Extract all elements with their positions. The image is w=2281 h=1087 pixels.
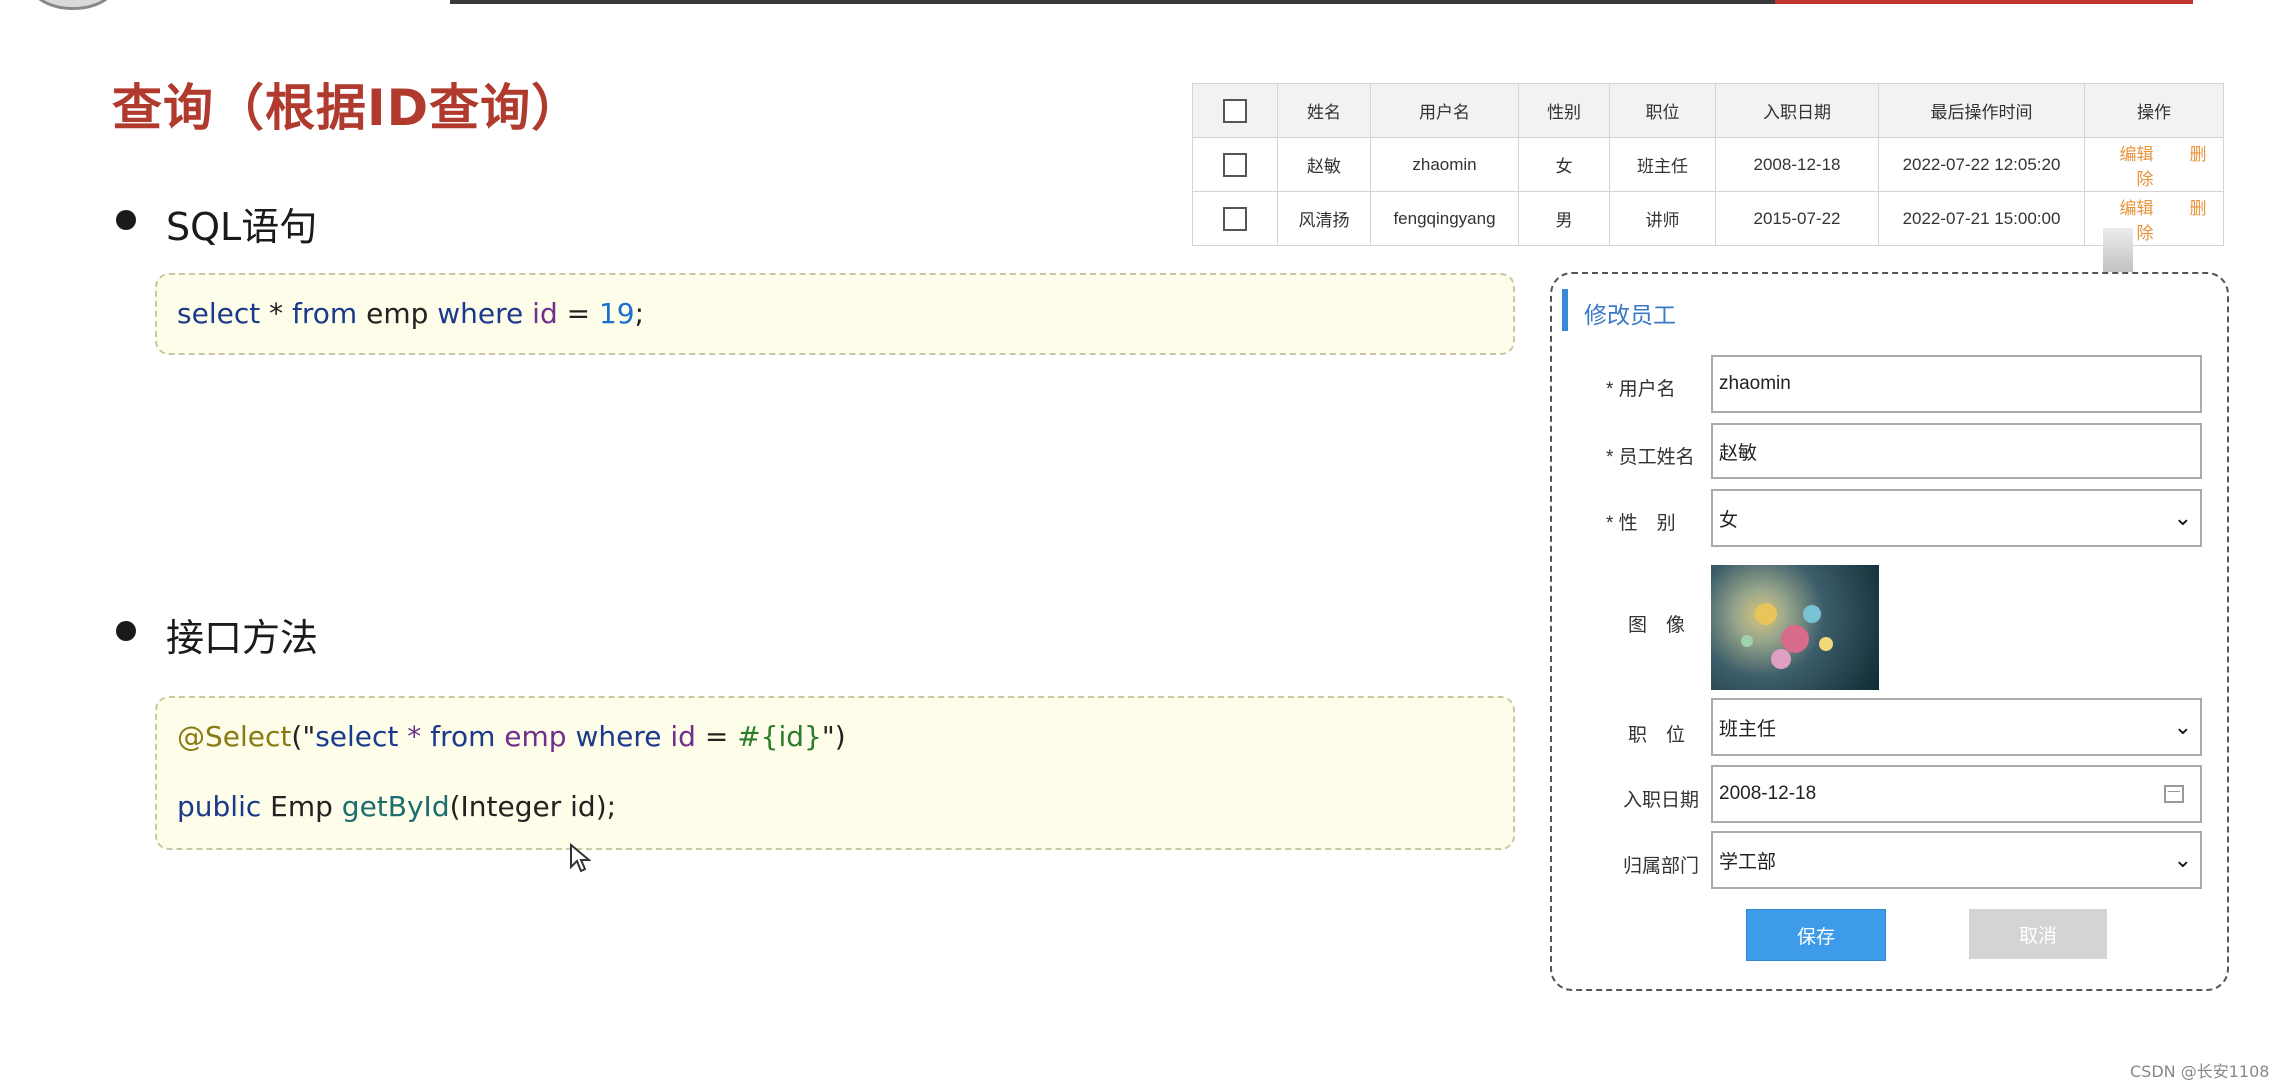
employee-name-input[interactable]: 赵敏: [1711, 423, 2202, 479]
column-header: 性别: [1518, 83, 1610, 138]
mouse-cursor-icon: [569, 842, 592, 880]
cell-username: zhaomin: [1370, 137, 1519, 192]
column-header: 操作: [2084, 83, 2224, 138]
column-header: 用户名: [1370, 83, 1519, 138]
gender-select[interactable]: 女 ⌄: [1711, 489, 2202, 547]
watermark: CSDN @长安1108: [2130, 1062, 2270, 1081]
select-all-checkbox[interactable]: [1223, 98, 1247, 123]
bullet-icon: [116, 210, 136, 230]
department-select[interactable]: 学工部 ⌄: [1711, 831, 2202, 889]
cell-entry-date: 2015-07-22: [1715, 191, 1879, 246]
interface-code-box: @Select("select * from emp where id = #{…: [155, 696, 1515, 850]
column-header: 入职日期: [1715, 83, 1879, 138]
table-row: 风清扬 fengqingyang 男 讲师 2015-07-22 2022-07…: [1192, 191, 2224, 246]
column-header: 职位: [1609, 83, 1716, 138]
save-button[interactable]: 保存: [1746, 909, 1886, 961]
cell-name: 风清扬: [1277, 191, 1371, 246]
gender-label: * 性 别: [1606, 513, 1676, 534]
row-select-cell[interactable]: [1192, 191, 1278, 246]
cell-gender: 男: [1518, 191, 1610, 246]
image-label: 图 像: [1628, 615, 1686, 636]
column-header: 最后操作时间: [1878, 83, 2085, 138]
entry-date-label: 入职日期: [1623, 790, 1700, 811]
employee-table: 姓名 用户名 性别 职位 入职日期 最后操作时间 操作 赵敏 zhaomin 女…: [1192, 83, 2224, 246]
avatar-image[interactable]: [1711, 565, 1879, 690]
table-row: 赵敏 zhaomin 女 班主任 2008-12-18 2022-07-22 1…: [1192, 137, 2224, 192]
chevron-down-icon: ⌄: [2173, 714, 2192, 739]
position-select[interactable]: 班主任 ⌄: [1711, 698, 2202, 756]
cell-last-op: 2022-07-21 15:00:00: [1878, 191, 2085, 246]
sql-section-label: SQL语句: [166, 205, 318, 249]
top-divider-accent: [1775, 0, 2193, 4]
dialog-title-accent: [1562, 289, 1568, 331]
chevron-down-icon: ⌄: [2173, 505, 2192, 530]
logo-circle: [30, 0, 116, 10]
entry-date-value: 2008-12-18: [1719, 783, 1817, 804]
sql-code-box: select * from emp where id = 19;: [155, 273, 1515, 355]
name-label: * 员工姓名: [1606, 447, 1695, 468]
cell-position: 讲师: [1609, 191, 1716, 246]
gender-select-value: 女: [1719, 509, 1739, 531]
cell-name: 赵敏: [1277, 137, 1371, 192]
cancel-button[interactable]: 取消: [1969, 909, 2107, 959]
sql-statement: select * from emp where id = 19;: [177, 297, 645, 330]
position-select-value: 班主任: [1719, 718, 1777, 740]
calendar-icon[interactable]: [2164, 785, 2184, 803]
cell-actions: 编辑 删除: [2084, 137, 2224, 192]
position-label: 职 位: [1628, 725, 1686, 746]
interface-section-label: 接口方法: [166, 616, 319, 660]
cell-username: fengqingyang: [1370, 191, 1519, 246]
method-signature-line: public Emp getById(Integer id);: [177, 790, 617, 823]
select-all-cell[interactable]: [1192, 83, 1278, 138]
row-select-cell[interactable]: [1192, 137, 1278, 192]
row-checkbox[interactable]: [1223, 152, 1247, 177]
edit-link[interactable]: 编辑: [2120, 199, 2154, 218]
row-checkbox[interactable]: [1223, 206, 1247, 231]
department-select-value: 学工部: [1719, 851, 1777, 873]
department-label: 归属部门: [1623, 856, 1700, 877]
username-label: * 用户名: [1606, 379, 1676, 400]
entry-date-input[interactable]: 2008-12-18: [1711, 765, 2202, 823]
username-input[interactable]: zhaomin: [1711, 355, 2202, 413]
dialog-title: 修改员工: [1584, 303, 1676, 329]
cell-gender: 女: [1518, 137, 1610, 192]
select-annotation-line: @Select("select * from emp where id = #{…: [177, 720, 846, 753]
edit-link[interactable]: 编辑: [2120, 145, 2154, 164]
cell-last-op: 2022-07-22 12:05:20: [1878, 137, 2085, 192]
table-header-row: 姓名 用户名 性别 职位 入职日期 最后操作时间 操作: [1192, 83, 2224, 138]
page-title: 查询（根据ID查询）: [112, 79, 583, 137]
chevron-down-icon: ⌄: [2173, 847, 2192, 872]
bullet-icon: [116, 621, 136, 641]
column-header: 姓名: [1277, 83, 1371, 138]
cell-position: 班主任: [1609, 137, 1716, 192]
cell-entry-date: 2008-12-18: [1715, 137, 1879, 192]
